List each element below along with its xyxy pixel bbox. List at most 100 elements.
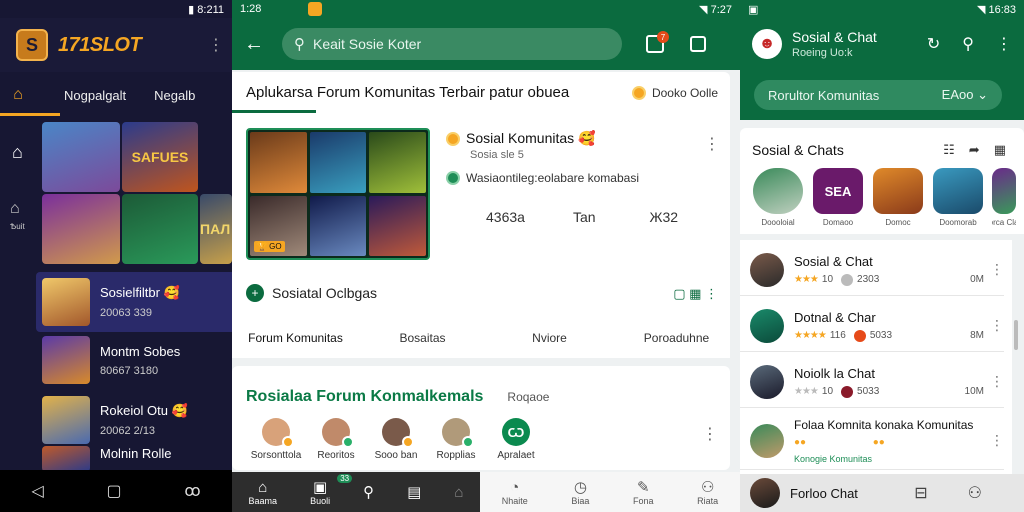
thumb bbox=[309, 132, 367, 193]
more-icon[interactable]: ⋮ bbox=[208, 35, 224, 55]
home-outline-icon[interactable]: ⌂ bbox=[10, 200, 20, 218]
more-icon[interactable]: ⋮ bbox=[990, 261, 1004, 278]
featured-app[interactable]: Sorca Claln bbox=[992, 168, 1016, 227]
home-button-icon[interactable]: ▢ bbox=[106, 481, 121, 501]
section-title: Rosialaa Forum Konmalkemals bbox=[246, 388, 484, 405]
status-bar: 1:28 ◥ 7:27 bbox=[232, 0, 740, 18]
app-thumbnail-grid[interactable]: 🏆 GO bbox=[246, 128, 430, 260]
list-item[interactable]: Noiolk la Chat ★★★ 10 5033 10M ⋮ bbox=[740, 356, 1004, 408]
featured-app[interactable]: Domoc bbox=[872, 168, 924, 227]
app-sub: Sosia sle 5 bbox=[470, 149, 524, 161]
tab-2[interactable]: Negalb bbox=[154, 88, 195, 103]
game-tile-4[interactable] bbox=[122, 194, 198, 264]
scrollbar[interactable] bbox=[1014, 320, 1018, 350]
refresh-icon[interactable]: ↻ bbox=[927, 34, 940, 54]
size-value: 0M bbox=[970, 274, 984, 285]
nav-home-2[interactable]: ⌂ bbox=[454, 484, 463, 501]
system-nav-bar: ◁ ▢ ꝏ bbox=[0, 470, 232, 512]
coin-icon bbox=[631, 86, 646, 100]
share-icon[interactable]: ➦ bbox=[969, 142, 980, 158]
featured-item[interactable]: Rokeiol Otu 🥰 20062 2/13 bbox=[36, 390, 232, 450]
count-value: 5033 bbox=[869, 330, 893, 341]
nav-7[interactable]: ✎ Fona bbox=[633, 478, 654, 506]
avatar-item[interactable]: Reoritos bbox=[306, 418, 366, 461]
home-icon[interactable]: ⌂ bbox=[12, 142, 23, 163]
rating-value: 10 bbox=[821, 386, 834, 397]
search-icon[interactable]: ⚲ bbox=[962, 34, 974, 54]
featured-thumb bbox=[42, 336, 90, 384]
more-icon[interactable]: ⋮ bbox=[990, 432, 1004, 449]
more-icon[interactable]: ⋮ bbox=[990, 373, 1004, 390]
edit-icon: ✎ bbox=[637, 479, 650, 496]
community-dropdown[interactable]: Rorultor Komunitas EAoo ⌄ bbox=[754, 80, 1002, 110]
app-stats: 4363a Tan Ж32 bbox=[486, 209, 678, 225]
game-tile-1[interactable] bbox=[42, 122, 120, 192]
section-chip[interactable]: Roqaoe bbox=[507, 390, 549, 404]
back-icon[interactable]: ◁ bbox=[31, 481, 43, 501]
stat: Tan bbox=[572, 209, 596, 225]
left-app-panel: ▮ 8:211 S 171SLOT ⋮ ⌂ Nogpalgalt Negalb … bbox=[0, 0, 232, 512]
nav-8[interactable]: ⚇ Riata bbox=[697, 478, 718, 506]
avatar-row: Sorsonttola Reoritos Sooo ban Ropplias Ѡ… bbox=[246, 418, 546, 461]
game-tile-5[interactable]: ПАЛ bbox=[200, 194, 232, 264]
list-item[interactable]: Folaa Komnita konaka Komunitas ●● ●● Konog… bbox=[740, 412, 1004, 470]
game-tile-2[interactable]: SAFUES bbox=[122, 122, 198, 192]
filter-icon[interactable]: ☷ bbox=[943, 142, 955, 158]
app-title: Sosial & Chat bbox=[792, 29, 877, 45]
tab-2[interactable]: Bosaitas bbox=[359, 318, 486, 358]
nav-list[interactable]: ▤ bbox=[407, 483, 421, 501]
person-icon[interactable]: ⚇ bbox=[968, 483, 982, 503]
list-meta: ★★★ 10 2303 0M bbox=[794, 273, 990, 286]
avatar-item[interactable]: Sooo ban bbox=[366, 418, 426, 461]
avatar-item[interactable]: Ѡ Apralaet bbox=[486, 418, 546, 461]
featured-item[interactable]: Sosielfiltbr 🥰 20063 339 bbox=[36, 272, 232, 332]
section-card: Rosialaa Forum Konmalkemals Roqaoe Sorso… bbox=[232, 366, 730, 470]
home-icon[interactable]: ⌂ bbox=[0, 86, 36, 104]
more-icon[interactable]: ⋮ bbox=[996, 34, 1012, 54]
more-icon[interactable]: ⋮ bbox=[990, 317, 1004, 334]
nav-5[interactable]: ◔ Nhaite bbox=[502, 479, 528, 506]
list-title[interactable]: Forloo Chat bbox=[790, 486, 858, 501]
featured-app[interactable]: Doomorab bbox=[932, 168, 984, 227]
list-item[interactable]: Sosial & Chat ★★★ 10 2303 0M ⋮ bbox=[740, 244, 1004, 296]
tab-4[interactable]: Poroaduhne bbox=[613, 318, 740, 358]
inbox-icon[interactable]: ⊟ bbox=[914, 483, 927, 503]
search-input[interactable]: ⚲ Keait Sosie Koter bbox=[282, 28, 622, 60]
inbox-icon[interactable]: 7 bbox=[646, 31, 669, 53]
tile-text: ПАЛ bbox=[200, 221, 231, 237]
nav-search[interactable]: ⚲ bbox=[363, 483, 374, 501]
grid-icon[interactable]: ▢ ▦ ⋮ bbox=[673, 286, 718, 302]
grid-icon[interactable]: ▦ bbox=[994, 142, 1006, 158]
recents-icon[interactable]: ꝏ bbox=[184, 481, 200, 501]
featured-app[interactable]: SEA Domaoo bbox=[812, 168, 864, 227]
game-tile-3[interactable] bbox=[42, 194, 120, 264]
featured-name: Molnin Rolle bbox=[100, 446, 172, 461]
more-icon[interactable]: ⋮ bbox=[702, 424, 718, 444]
search-icon: ⚲ bbox=[363, 484, 375, 501]
app-name: Sosial Komunitas 🥰 bbox=[446, 130, 678, 147]
tab-forum[interactable]: Forum Komunitas bbox=[232, 318, 359, 358]
back-arrow-icon[interactable]: ← bbox=[244, 33, 272, 56]
tab-3[interactable]: Nviore bbox=[486, 318, 613, 358]
gallery-icon: ▣ bbox=[748, 3, 759, 16]
tab-1[interactable]: Nogpalgalt bbox=[64, 88, 126, 103]
home-outline-icon: ⌂ bbox=[454, 483, 464, 501]
more-icon[interactable]: ⋮ bbox=[704, 134, 720, 154]
profile-icon[interactable] bbox=[690, 36, 706, 52]
nav-home[interactable]: ⌂ Baama bbox=[249, 479, 278, 506]
featured-item[interactable]: Montm Sobes 80667 3180 bbox=[36, 330, 232, 390]
coin-chip[interactable]: Dooko Oolle bbox=[631, 86, 718, 100]
avatar-badge bbox=[402, 436, 414, 448]
nav-2[interactable]: ▣ Buoli 33 bbox=[310, 474, 353, 506]
list-item[interactable]: Dotnal & Char ★★★★ 116 5033 8M ⋮ bbox=[740, 300, 1004, 352]
list-thumb bbox=[750, 252, 784, 287]
avatar-item[interactable]: Ropplias bbox=[426, 418, 486, 461]
featured-app[interactable]: Doooloial bbox=[752, 168, 804, 227]
nav-label: Baama bbox=[248, 495, 278, 506]
avatar-item[interactable]: Sorsonttola bbox=[246, 418, 306, 461]
app-thumb bbox=[873, 168, 923, 214]
tile-text: SAFUES bbox=[131, 149, 189, 165]
thumb bbox=[369, 132, 426, 193]
featured-apps-card: Sosial & Chats ☷ ➦ ▦ Doooloial SEA Domaoo… bbox=[740, 128, 1024, 234]
nav-6[interactable]: ◷ Biaa bbox=[571, 478, 589, 506]
